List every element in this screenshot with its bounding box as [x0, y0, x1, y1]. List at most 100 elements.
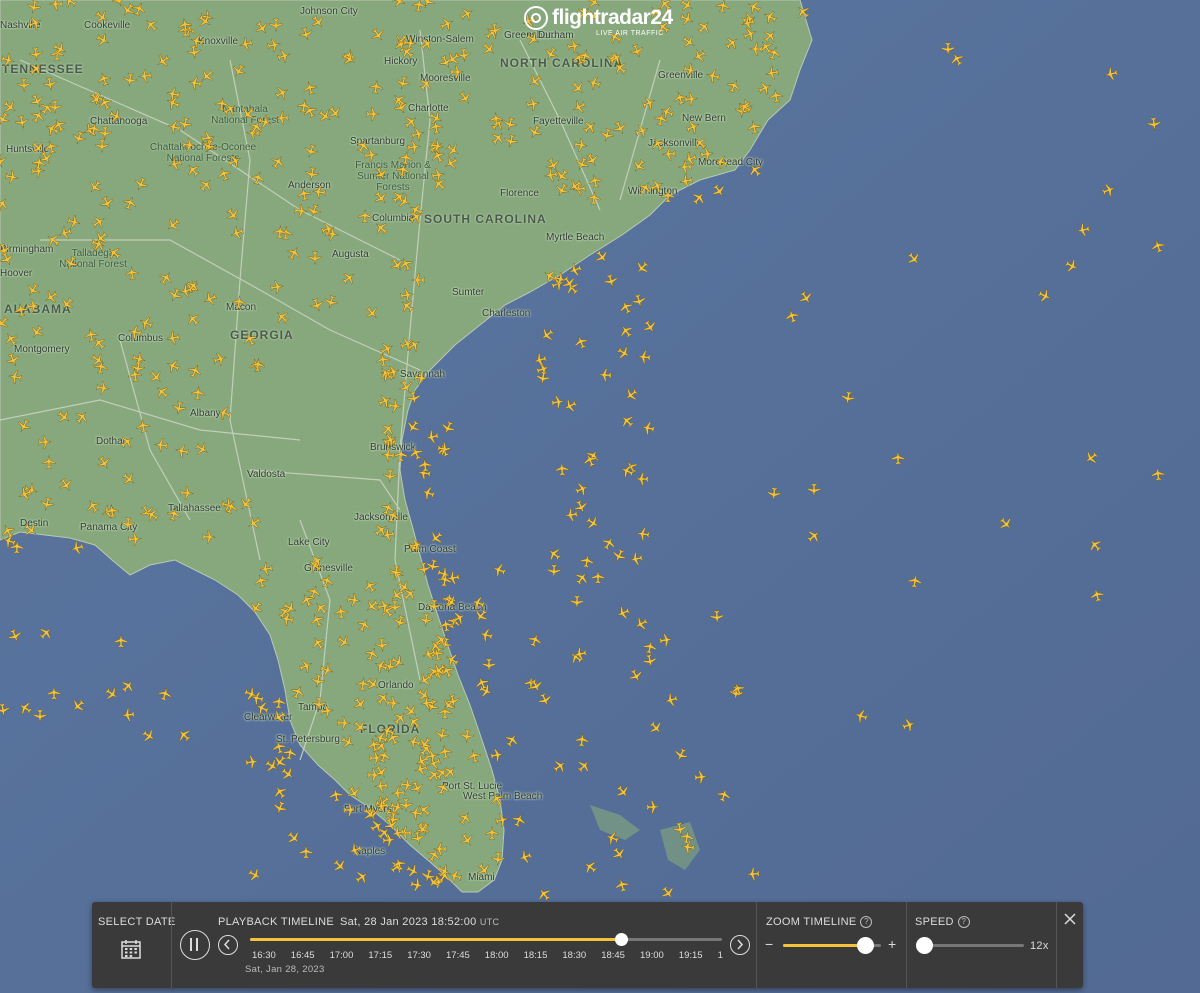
aircraft-icon[interactable]	[575, 156, 589, 171]
aircraft-icon[interactable]	[149, 370, 163, 384]
help-icon[interactable]: ?	[957, 916, 970, 928]
aircraft-icon[interactable]	[0, 252, 14, 266]
aircraft-icon[interactable]	[257, 115, 272, 129]
aircraft-icon[interactable]	[38, 626, 53, 640]
aircraft-icon[interactable]	[537, 887, 551, 901]
aircraft-icon[interactable]	[134, 176, 148, 191]
aircraft-icon[interactable]	[314, 601, 328, 615]
aircraft-icon[interactable]	[251, 171, 265, 186]
aircraft-icon[interactable]	[31, 140, 45, 155]
aircraft-icon[interactable]	[586, 191, 601, 205]
aircraft-icon[interactable]	[391, 0, 406, 8]
aircraft-icon[interactable]	[47, 686, 61, 700]
aircraft-icon[interactable]	[86, 499, 100, 513]
aircraft-icon[interactable]	[52, 118, 67, 132]
aircraft-icon[interactable]	[685, 120, 700, 134]
aircraft-icon[interactable]	[575, 571, 589, 586]
aircraft-icon[interactable]	[712, 183, 726, 198]
aircraft-icon[interactable]	[511, 813, 526, 828]
aircraft-icon[interactable]	[329, 788, 343, 803]
aircraft-icon[interactable]	[356, 618, 371, 633]
aircraft-icon[interactable]	[383, 817, 398, 832]
aircraft-icon[interactable]	[75, 410, 89, 424]
aircraft-icon[interactable]	[396, 76, 410, 90]
aircraft-icon[interactable]	[525, 97, 540, 112]
aircraft-icon[interactable]	[528, 124, 542, 139]
aircraft-icon[interactable]	[438, 745, 453, 760]
aircraft-icon[interactable]	[767, 487, 781, 501]
aircraft-icon[interactable]	[369, 80, 384, 95]
aircraft-icon[interactable]	[251, 358, 265, 372]
speed-handle[interactable]	[916, 937, 933, 954]
aircraft-icon[interactable]	[166, 507, 181, 521]
aircraft-icon[interactable]	[544, 47, 558, 61]
aircraft-icon[interactable]	[105, 687, 119, 701]
aircraft-icon[interactable]	[107, 246, 121, 260]
aircraft-icon[interactable]	[303, 81, 317, 96]
aircraft-icon[interactable]	[400, 45, 414, 59]
aircraft-icon[interactable]	[291, 685, 305, 700]
aircraft-icon[interactable]	[320, 222, 335, 236]
aircraft-icon[interactable]	[91, 353, 105, 367]
aircraft-icon[interactable]	[482, 42, 496, 56]
aircraft-icon[interactable]	[307, 204, 321, 218]
aircraft-icon[interactable]	[637, 181, 652, 195]
aircraft-icon[interactable]	[407, 715, 421, 730]
aircraft-icon[interactable]	[629, 669, 643, 683]
aircraft-icon[interactable]	[186, 163, 200, 178]
aircraft-icon[interactable]	[27, 16, 42, 30]
aircraft-icon[interactable]	[683, 152, 698, 166]
aircraft-icon[interactable]	[807, 482, 822, 497]
aircraft-icon[interactable]	[999, 517, 1013, 531]
aircraft-icon[interactable]	[580, 554, 594, 569]
aircraft-icon[interactable]	[693, 770, 708, 784]
aircraft-icon[interactable]	[446, 52, 461, 66]
aircraft-icon[interactable]	[653, 112, 668, 126]
aircraft-icon[interactable]	[287, 246, 301, 260]
aircraft-icon[interactable]	[199, 178, 213, 192]
aircraft-icon[interactable]	[201, 530, 216, 544]
aircraft-icon[interactable]	[441, 420, 455, 435]
aircraft-icon[interactable]	[371, 27, 385, 42]
aircraft-icon[interactable]	[421, 486, 435, 500]
aircraft-icon[interactable]	[380, 501, 395, 516]
aircraft-icon[interactable]	[902, 718, 916, 733]
aircraft-icon[interactable]	[249, 601, 263, 615]
aircraft-icon[interactable]	[575, 733, 589, 747]
aircraft-icon[interactable]	[616, 785, 630, 799]
aircraft-icon[interactable]	[309, 298, 324, 312]
aircraft-icon[interactable]	[769, 89, 783, 103]
aircraft-icon[interactable]	[555, 169, 569, 183]
aircraft-icon[interactable]	[56, 410, 71, 424]
aircraft-icon[interactable]	[439, 618, 453, 633]
aircraft-icon[interactable]	[620, 464, 635, 478]
aircraft-icon[interactable]	[604, 274, 618, 288]
aircraft-icon[interactable]	[709, 610, 724, 624]
aircraft-icon[interactable]	[553, 759, 567, 773]
aircraft-icon[interactable]	[159, 271, 173, 285]
aircraft-icon[interactable]	[444, 156, 458, 170]
aircraft-icon[interactable]	[674, 747, 688, 762]
aircraft-icon[interactable]	[629, 552, 643, 566]
aircraft-icon[interactable]	[64, 255, 79, 270]
aircraft-icon[interactable]	[409, 210, 423, 224]
aircraft-icon[interactable]	[567, 39, 581, 53]
aircraft-icon[interactable]	[641, 421, 656, 435]
aircraft-icon[interactable]	[367, 768, 381, 782]
aircraft-icon[interactable]	[97, 72, 112, 87]
aircraft-icon[interactable]	[406, 391, 421, 405]
aircraft-icon[interactable]	[182, 138, 196, 152]
aircraft-icon[interactable]	[692, 49, 706, 63]
aircraft-icon[interactable]	[43, 76, 57, 91]
aircraft-icon[interactable]	[97, 455, 111, 470]
aircraft-icon[interactable]	[854, 709, 869, 723]
aircraft-icon[interactable]	[273, 785, 287, 800]
aircraft-icon[interactable]	[188, 76, 203, 90]
aircraft-icon[interactable]	[536, 370, 551, 385]
aircraft-icon[interactable]	[228, 154, 242, 168]
aircraft-icon[interactable]	[131, 360, 146, 375]
aircraft-icon[interactable]	[504, 133, 519, 148]
aircraft-icon[interactable]	[393, 614, 407, 629]
aircraft-icon[interactable]	[273, 800, 288, 815]
aircraft-icon[interactable]	[388, 399, 402, 414]
